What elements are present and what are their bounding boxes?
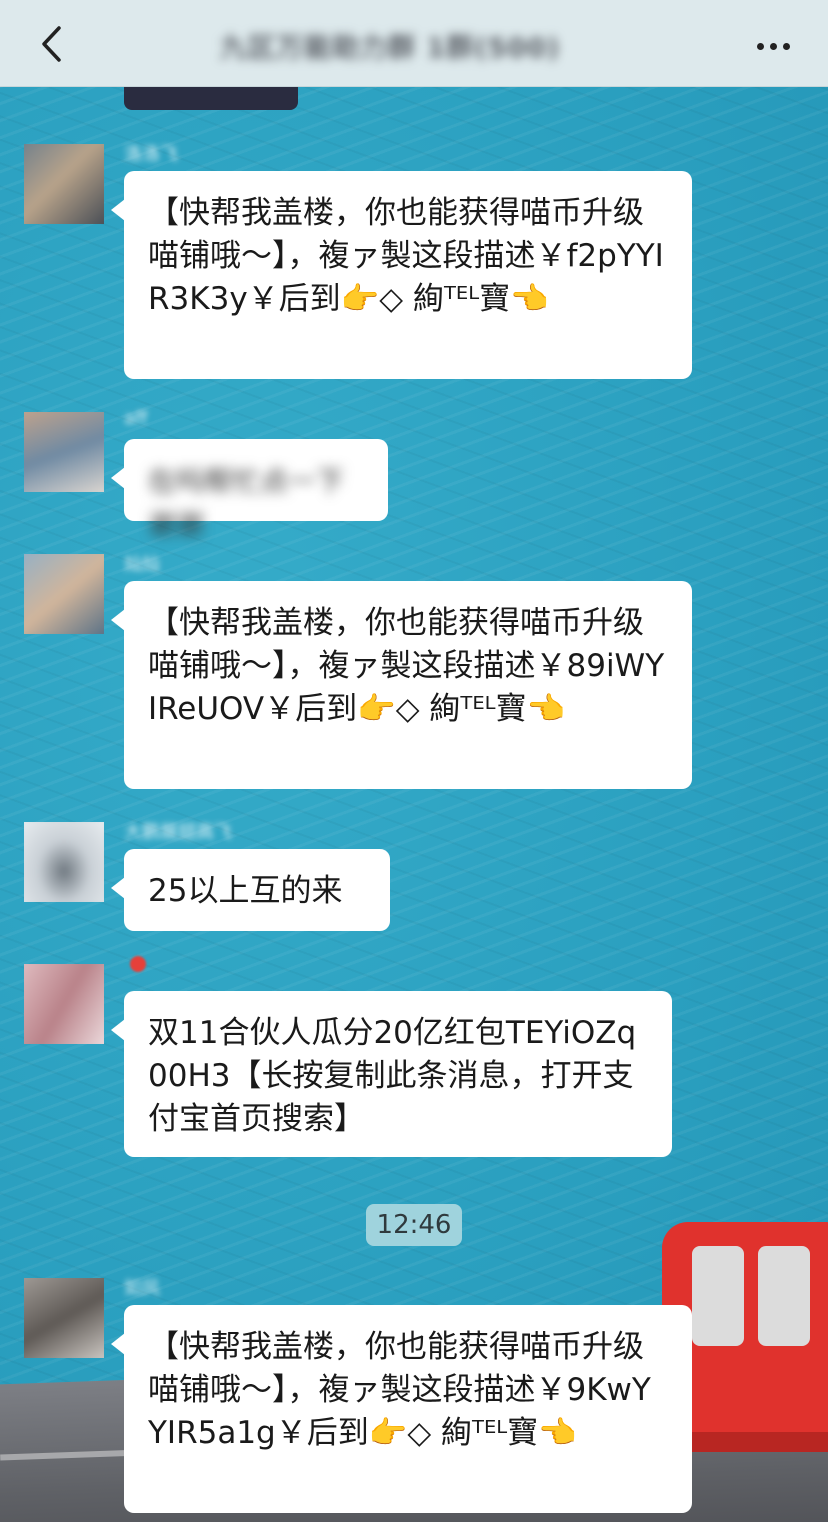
navigation-bar: 九区万能助力群 1群(500) xyxy=(0,0,828,87)
avatar-image xyxy=(24,144,104,224)
sender-name: aff xyxy=(124,408,148,429)
sender-name: 大鹏展翅高飞 xyxy=(124,822,232,843)
ellipsis-icon xyxy=(754,35,793,54)
avatar-image xyxy=(24,412,104,492)
avatar[interactable] xyxy=(24,554,104,634)
message-bubble[interactable]: 在吗帮忙点一下谢谢 xyxy=(111,439,388,541)
bus-window xyxy=(692,1246,744,1346)
previous-message-bubble[interactable] xyxy=(124,86,298,110)
avatar[interactable] xyxy=(24,144,104,224)
message-text: 双11合伙人瓜分20亿红包TEYiOZq00H3【长按复制此条消息，打开支付宝首… xyxy=(148,1015,637,1137)
message-text: 25以上互的来 xyxy=(148,873,343,909)
avatar[interactable] xyxy=(24,412,104,492)
message-bubble[interactable]: 【快帮我盖楼，你也能获得喵币升级喵铺哦～】，複ァ製这段描述￥f2pYYIR3K3… xyxy=(111,171,692,379)
chevron-left-icon xyxy=(42,26,61,62)
sender-name: 洛洛飞 xyxy=(124,144,178,165)
more-button[interactable] xyxy=(748,22,798,66)
message-text: 在吗帮忙点一下谢谢 xyxy=(148,465,345,541)
chat-title: 九区万能助力群 1群(500) xyxy=(220,33,561,64)
timestamp-badge: 12:46 xyxy=(366,1204,462,1246)
back-button[interactable] xyxy=(30,22,74,66)
avatar-image xyxy=(24,554,104,634)
bus-window xyxy=(758,1246,810,1346)
sender-name: 灿灿 xyxy=(124,554,160,575)
message-bubble[interactable]: 双11合伙人瓜分20亿红包TEYiOZq00H3【长按复制此条消息，打开支付宝首… xyxy=(111,991,672,1157)
avatar-image xyxy=(24,1278,104,1358)
avatar-image xyxy=(24,964,104,1044)
sender-name: 如风 xyxy=(124,1278,160,1299)
message-bubble[interactable]: 25以上互的来 xyxy=(111,849,390,931)
avatar[interactable] xyxy=(24,1278,104,1358)
pin-icon xyxy=(130,956,146,972)
avatar-image xyxy=(24,822,104,902)
message-text: 【快帮我盖楼，你也能获得喵币升级喵铺哦～】，複ァ製这段描述￥f2pYYIR3K3… xyxy=(148,195,664,317)
message-bubble[interactable]: 【快帮我盖楼，你也能获得喵币升级喵铺哦～】，複ァ製这段描述￥9KwYYIR5a1… xyxy=(111,1305,692,1513)
avatar[interactable] xyxy=(24,964,104,1044)
message-text: 【快帮我盖楼，你也能获得喵币升级喵铺哦～】，複ァ製这段描述￥89iWYIReUO… xyxy=(148,605,665,727)
message-bubble[interactable]: 【快帮我盖楼，你也能获得喵币升级喵铺哦～】，複ァ製这段描述￥89iWYIReUO… xyxy=(111,581,692,789)
message-text: 【快帮我盖楼，你也能获得喵币升级喵铺哦～】，複ァ製这段描述￥9KwYYIR5a1… xyxy=(148,1329,651,1451)
avatar[interactable] xyxy=(24,822,104,902)
